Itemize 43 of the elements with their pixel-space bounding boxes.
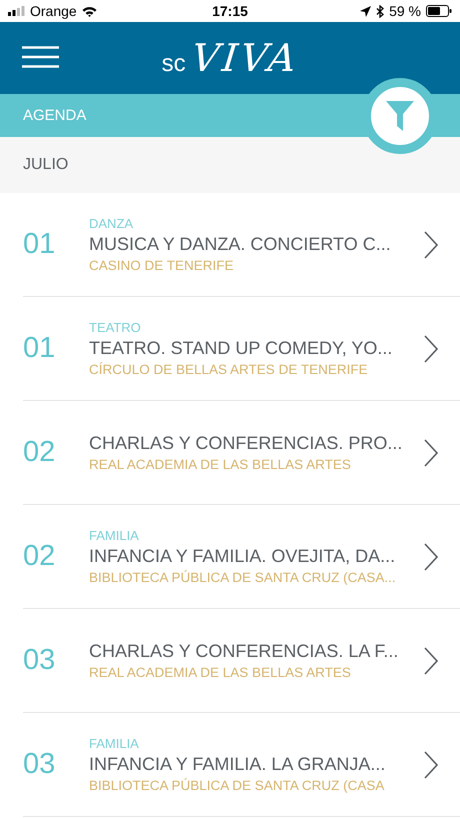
- event-venue: BIBLIOTECA PÚBLICA DE SANTA CRUZ (CASA: [89, 778, 386, 793]
- clock-time: 17:15: [212, 3, 248, 19]
- chevron-right-icon: [424, 334, 438, 362]
- event-venue: BIBLIOTECA PÚBLICA DE SANTA CRUZ (CASA...: [89, 570, 397, 585]
- filter-icon: [386, 101, 414, 131]
- carrier-name: Orange: [30, 3, 77, 19]
- chevron-right-icon: [424, 750, 438, 778]
- chevron-right-icon: [424, 230, 438, 258]
- event-venue: CASINO DE TENERIFE: [89, 258, 235, 273]
- event-day: 02: [23, 540, 89, 573]
- event-title[interactable]: INFANCIA Y FAMILIA. LA GRANJA...: [89, 754, 410, 775]
- event-category: DANZA: [89, 216, 134, 231]
- menu-button[interactable]: [22, 46, 59, 68]
- event-day: 02: [23, 436, 89, 469]
- event-day: 01: [23, 228, 89, 261]
- logo-prefix: sc: [162, 50, 186, 78]
- event-title[interactable]: CHARLAS Y CONFERENCIAS. LA F...: [89, 641, 410, 662]
- event-day: 01: [23, 332, 89, 365]
- location-arrow-icon: [360, 6, 372, 16]
- event-category: FAMILIA: [89, 528, 140, 543]
- event-category: TEATRO: [89, 320, 142, 335]
- event-category: FAMILIA: [89, 736, 140, 751]
- signal-icon: [8, 6, 25, 16]
- chevron-right-icon: [424, 646, 438, 674]
- month-heading: JULIO: [23, 156, 68, 174]
- event-title[interactable]: MUSICA Y DANZA. CONCIERTO C...: [89, 234, 410, 255]
- event-venue: REAL ACADEMIA DE LAS BELLAS ARTES: [89, 457, 352, 472]
- event-venue: CÍRCULO DE BELLAS ARTES DE TENERIFE: [89, 362, 369, 377]
- event-venue: REAL ACADEMIA DE LAS BELLAS ARTES: [89, 665, 352, 680]
- logo-wordmark: VIVA: [189, 36, 301, 80]
- event-day: 03: [23, 748, 89, 781]
- battery-icon: [426, 5, 452, 17]
- event-title[interactable]: TEATRO. STAND UP COMEDY, YO...: [89, 338, 410, 359]
- battery-percentage: 59 %: [389, 3, 421, 19]
- section-title: AGENDA: [23, 107, 86, 124]
- bluetooth-icon: [376, 4, 384, 18]
- chevron-right-icon: [424, 438, 438, 466]
- chevron-right-icon: [424, 542, 438, 570]
- menu-icon: [22, 46, 59, 68]
- event-title[interactable]: CHARLAS Y CONFERENCIAS. PRO...: [89, 433, 410, 454]
- wifi-icon: [82, 6, 97, 16]
- event-title[interactable]: INFANCIA Y FAMILIA. OVEJITA, DA...: [89, 546, 410, 567]
- event-day: 03: [23, 644, 89, 677]
